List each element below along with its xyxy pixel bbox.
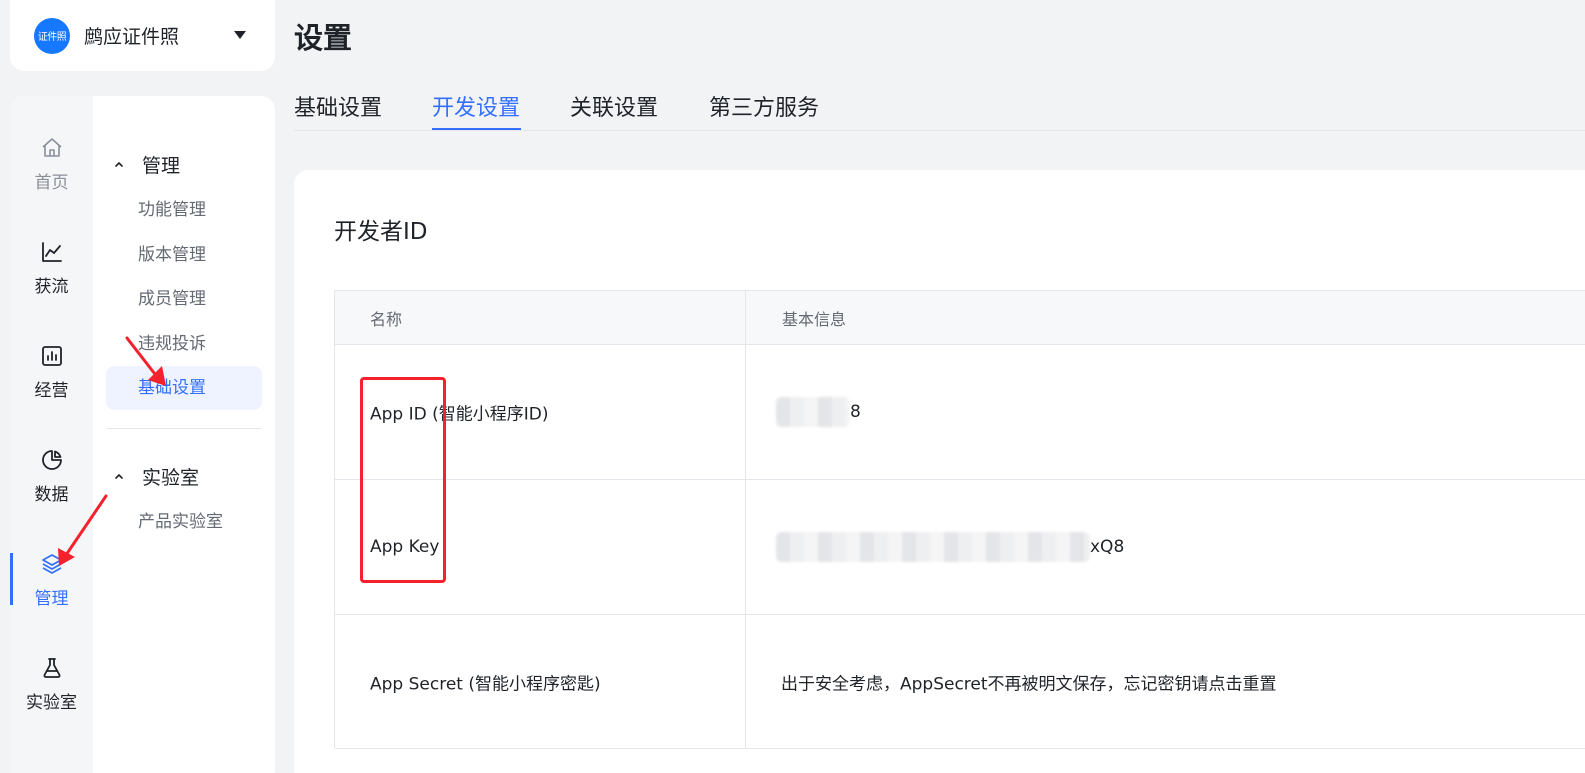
menu-item-version[interactable]: 版本管理	[138, 243, 206, 267]
tab-third-party[interactable]: 第三方服务	[709, 90, 819, 130]
annotation-highlight-box	[360, 377, 446, 583]
menu-item-basic-settings[interactable]: 基础设置	[138, 376, 206, 400]
menu-divider	[106, 428, 262, 429]
rail-item-lab[interactable]: 实验室	[10, 656, 93, 728]
flask-icon	[43, 658, 60, 678]
layers-icon	[41, 554, 62, 574]
row-value-app-secret: 出于安全考虑，AppSecret不再被明文保存，忘记密钥请点击重置	[781, 674, 1277, 694]
rail-item-operations[interactable]: 经营	[10, 344, 93, 416]
group-title: 管理	[142, 154, 181, 177]
caret-down-icon[interactable]	[234, 31, 246, 39]
tab-active-underline	[432, 128, 521, 130]
app-switcher[interactable]: 证件照 鹧应证件照	[10, 0, 275, 71]
menu-item-feature[interactable]: 功能管理	[138, 198, 206, 222]
table-row: App Secret (智能小程序密匙) 出于安全考虑，AppSecret不再被…	[335, 615, 1585, 749]
tab-linked-settings[interactable]: 关联设置	[570, 90, 658, 130]
rail-label: 管理	[34, 589, 69, 609]
value-suffix: xQ8	[1090, 537, 1125, 557]
bar-chart-icon	[41, 346, 62, 366]
rail-item-data[interactable]: 数据	[10, 448, 93, 520]
developer-id-card: 开发者ID 名称 基本信息 App ID (智能小程序ID) 8 App Key…	[294, 170, 1585, 773]
menu-item-members[interactable]: 成员管理	[138, 287, 206, 311]
tab-dev-settings[interactable]: 开发设置	[432, 90, 520, 130]
masked-value	[776, 397, 850, 427]
rail-label: 经营	[34, 381, 69, 401]
group-lab-header[interactable]: 实验室	[106, 461, 199, 491]
tab-basic-settings[interactable]: 基础设置	[294, 90, 382, 130]
row-name-app-secret: App Secret (智能小程序密匙)	[370, 674, 601, 694]
page-title: 设置	[294, 21, 353, 55]
icon-rail: 首页 获流 经营 数据 管理 实验室	[10, 96, 93, 773]
table-row: App ID (智能小程序ID) 8	[335, 345, 1585, 480]
row-value-app-key[interactable]: xQ8	[776, 532, 1124, 562]
column-divider	[745, 291, 746, 749]
home-icon	[41, 138, 62, 157]
tab-bar: 基础设置 开发设置 关联设置 第三方服务	[294, 78, 1585, 131]
rail-label: 数据	[34, 485, 69, 505]
chevron-up-icon	[115, 161, 123, 167]
sub-menu: 管理 功能管理 版本管理 成员管理 违规投诉 基础设置 实验室 产品实验室	[106, 96, 275, 773]
left-panel: 首页 获流 经营 数据 管理 实验室 管理 功能管理 版本管理 成员管理 违规投…	[10, 96, 275, 773]
rail-item-manage[interactable]: 管理	[10, 552, 93, 624]
column-header-info: 基本信息	[782, 309, 847, 329]
masked-value	[776, 532, 1090, 562]
menu-item-complaints[interactable]: 违规投诉	[138, 332, 206, 356]
group-title: 实验室	[142, 466, 200, 489]
value-suffix: 8	[850, 402, 861, 422]
menu-item-product-lab[interactable]: 产品实验室	[138, 510, 223, 534]
developer-id-table: 名称 基本信息 App ID (智能小程序ID) 8 App Key xQ8 A…	[334, 290, 1585, 749]
table-row: App Key xQ8	[335, 480, 1585, 615]
app-name: 鹧应证件照	[84, 26, 180, 48]
app-logo: 证件照	[34, 17, 70, 54]
rail-label: 首页	[34, 173, 69, 193]
rail-item-home[interactable]: 首页	[10, 136, 93, 208]
chevron-up-icon	[115, 473, 123, 479]
line-chart-icon	[41, 242, 62, 262]
pie-chart-icon	[41, 450, 62, 470]
group-manage-header[interactable]: 管理	[106, 149, 180, 179]
rail-label: 获流	[34, 277, 69, 297]
column-header-name: 名称	[370, 309, 403, 329]
rail-label: 实验室	[26, 693, 77, 713]
section-title: 开发者ID	[334, 219, 428, 245]
row-value-app-id[interactable]: 8	[776, 397, 861, 427]
rail-item-traffic[interactable]: 获流	[10, 240, 93, 312]
table-header: 名称 基本信息	[335, 291, 1585, 345]
